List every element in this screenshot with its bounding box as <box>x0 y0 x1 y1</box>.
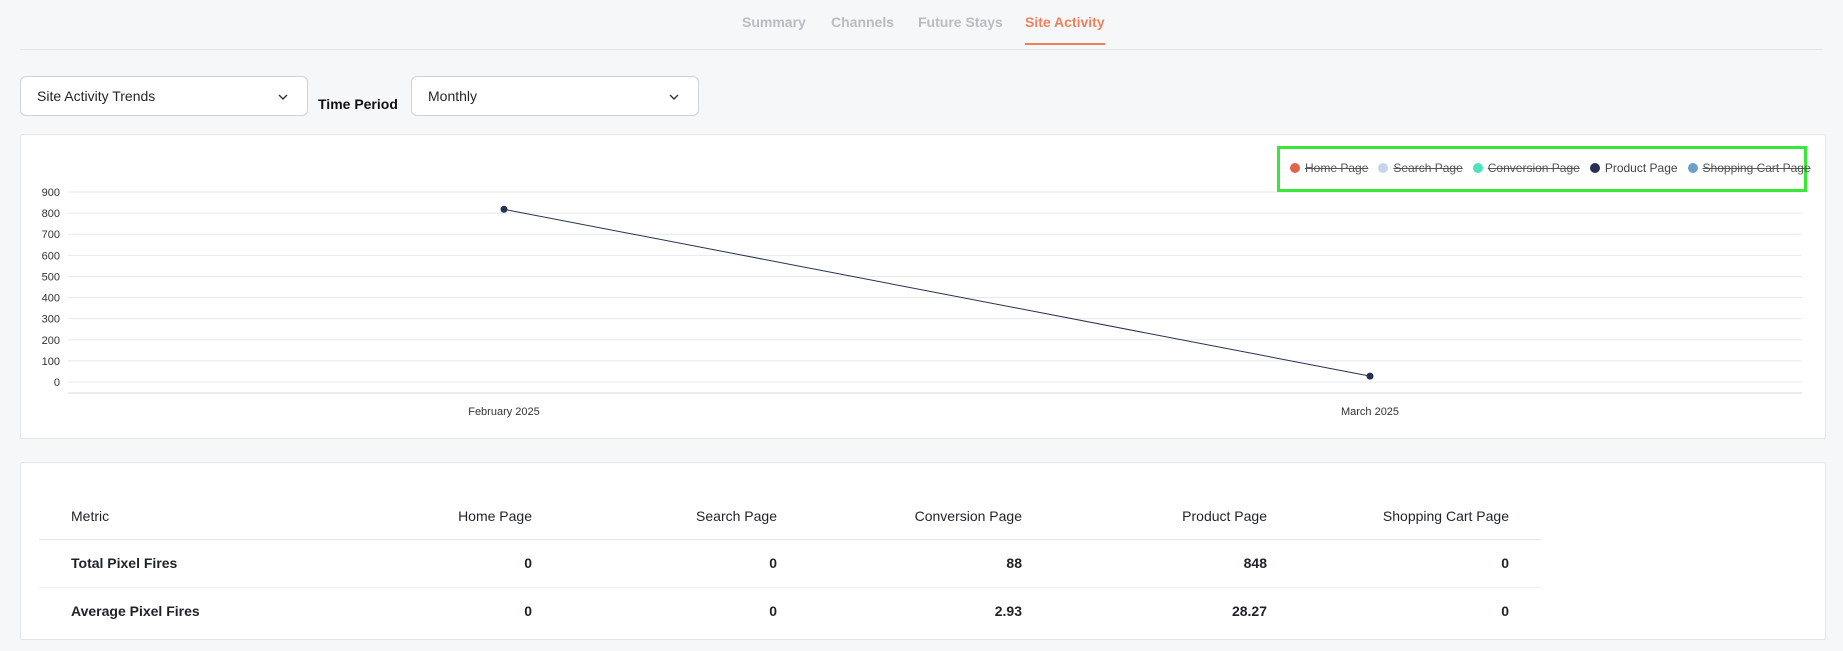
time-period-label: Time Period <box>318 96 398 112</box>
data-point <box>500 205 508 213</box>
legend-item-search-page[interactable]: Search Page <box>1378 161 1463 175</box>
metrics-table-card: Metric Home Page Search Page Conversion … <box>20 462 1826 640</box>
table-row: Total Pixel Fires 0 0 88 848 0 <box>39 539 1541 588</box>
table-cell: 0 <box>544 539 789 588</box>
table-cell: 0 <box>1279 539 1541 588</box>
tab-site-activity[interactable]: Site Activity <box>1025 14 1105 45</box>
legend-dot <box>1687 163 1698 173</box>
table-cell: 0 <box>769 603 777 620</box>
y-tick-label: 900 <box>42 187 60 199</box>
legend-item-conversion-page[interactable]: Conversion Page <box>1472 161 1580 175</box>
column-header: Shopping Cart Page <box>1279 493 1541 540</box>
chevron-down-icon <box>278 94 288 100</box>
tab-bar: Summary Channels Future Stays Site Activ… <box>20 0 1823 50</box>
table-cell: 2.93 <box>994 603 1022 620</box>
column-header: Conversion Page <box>789 493 1034 540</box>
table-cell: 848 <box>1034 539 1279 588</box>
table-header-row: Metric Home Page Search Page Conversion … <box>39 493 1541 540</box>
y-tick-label: 200 <box>42 335 60 347</box>
x-tick-label: March 2025 <box>1341 406 1399 418</box>
tab-future-stays[interactable]: Future Stays <box>918 14 1003 43</box>
tab-channels[interactable]: Channels <box>831 14 894 43</box>
time-period-select[interactable]: Monthly <box>411 76 699 116</box>
metric-select[interactable]: Site Activity Trends <box>20 76 308 116</box>
y-tick-label: 100 <box>42 356 60 368</box>
y-tick-label: 300 <box>42 314 60 326</box>
data-point <box>1366 372 1374 380</box>
legend-dot <box>1589 163 1600 173</box>
legend-item-shopping-cart-page[interactable]: Shopping Cart Page <box>1687 161 1811 175</box>
time-period-select-value: Monthly <box>428 88 478 104</box>
table-cell: 0 <box>1501 603 1509 620</box>
table-row: Average Pixel Fires 0 0 2.93 28.27 0 <box>39 587 1541 635</box>
y-tick-label: 700 <box>42 229 60 241</box>
table-cell: 88 <box>789 539 1034 588</box>
column-header: Metric <box>39 493 299 540</box>
y-tick-label: 800 <box>42 208 60 220</box>
legend-dot <box>1290 163 1300 173</box>
chevron-down-icon <box>669 94 679 100</box>
y-tick-label: 0 <box>54 377 60 389</box>
y-tick-label: 500 <box>42 271 60 283</box>
y-tick-label: 400 <box>42 293 60 305</box>
chart-legend: Home Page Search Page Conversion Page Pr… <box>1290 159 1811 177</box>
legend-dot <box>1472 163 1483 173</box>
legend-dot <box>1378 163 1389 173</box>
column-header: Product Page <box>1034 493 1279 540</box>
metric-select-value: Site Activity Trends <box>37 88 156 104</box>
y-tick-label: 600 <box>42 250 60 262</box>
table-cell: Total Pixel Fires <box>39 539 299 588</box>
legend-item-home-page[interactable]: Home Page <box>1290 161 1368 175</box>
legend-item-product-page[interactable]: Product Page <box>1589 161 1678 175</box>
table-cell: 0 <box>299 539 544 588</box>
x-tick-label: February 2025 <box>468 406 540 418</box>
metrics-table: Metric Home Page Search Page Conversion … <box>39 493 1541 635</box>
tab-summary[interactable]: Summary <box>742 14 806 43</box>
table-cell: 28.27 <box>1231 603 1267 620</box>
column-header: Home Page <box>299 493 544 540</box>
table-cell: Average Pixel Fires <box>71 603 200 620</box>
column-header: Search Page <box>544 493 789 540</box>
table-cell: 0 <box>524 603 532 620</box>
